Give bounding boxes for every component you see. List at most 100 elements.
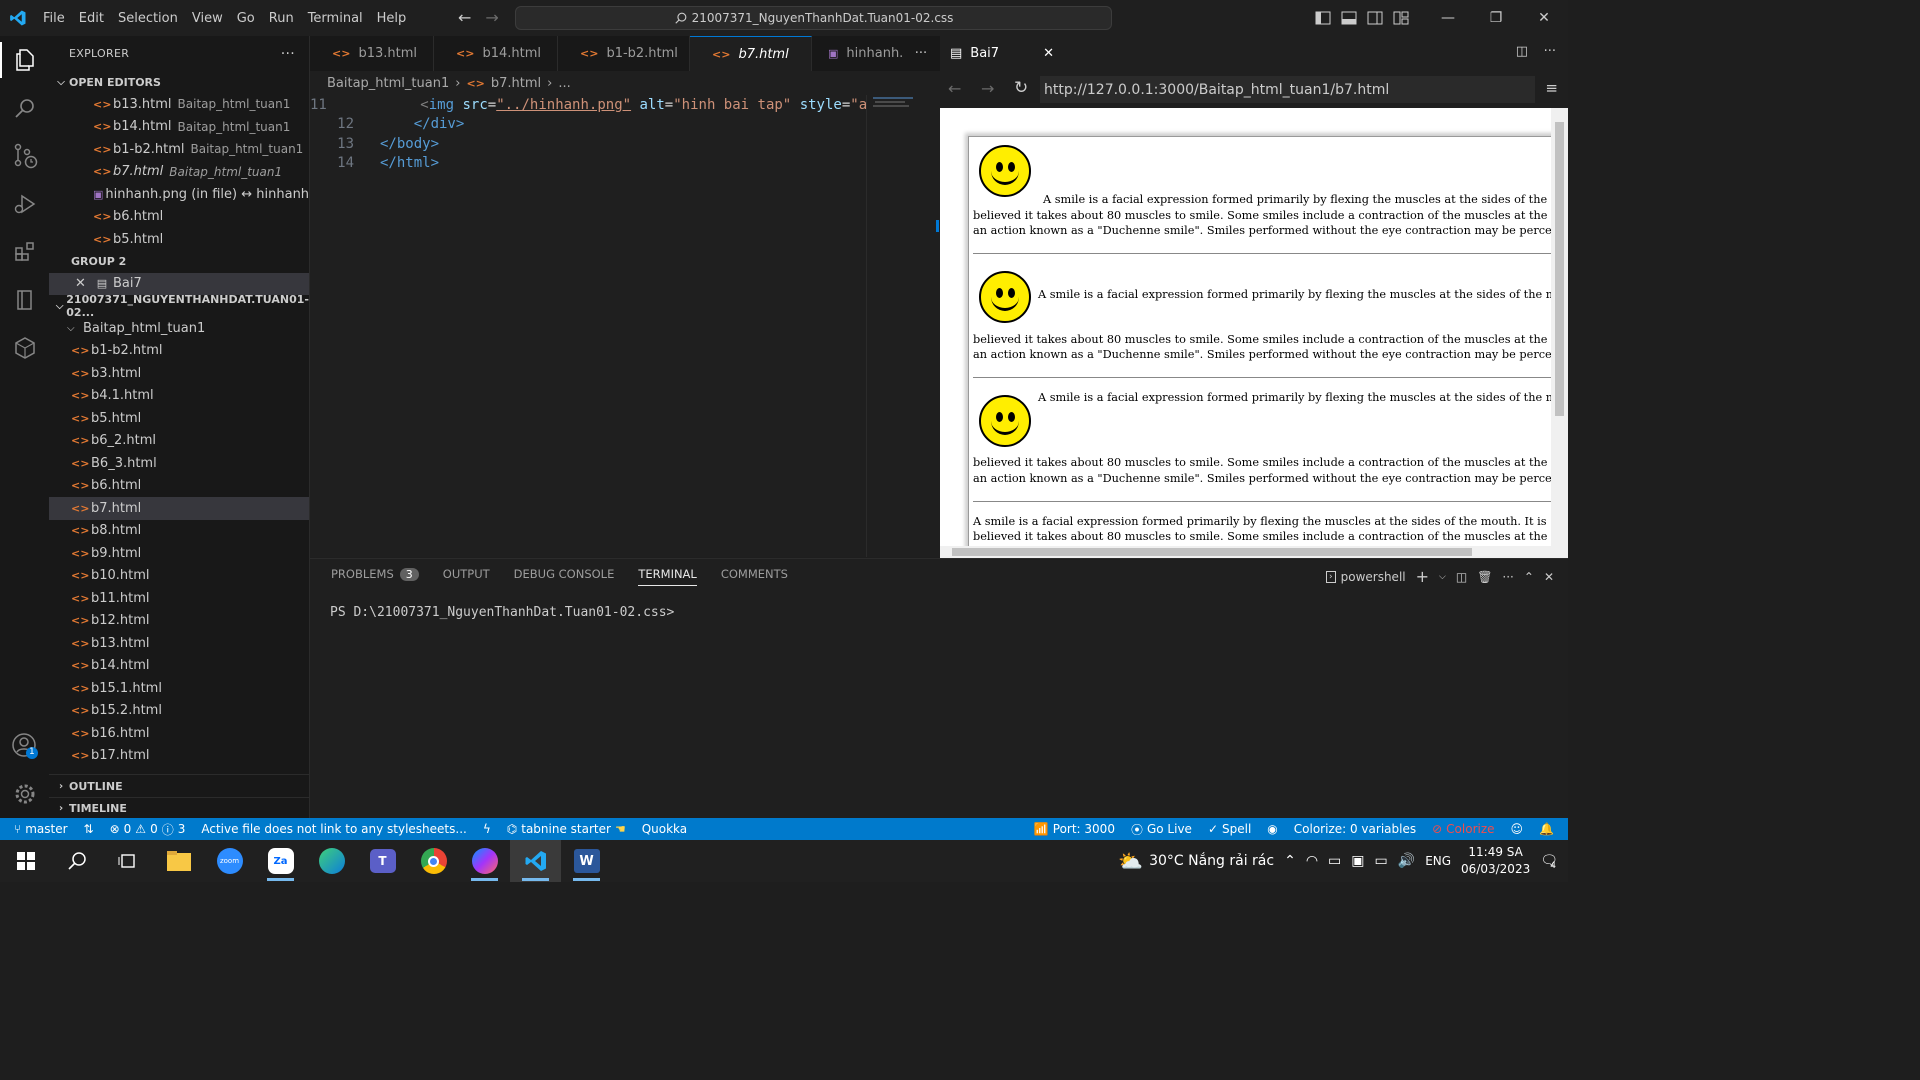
browser-vertical-scrollbar[interactable] bbox=[1551, 108, 1568, 558]
teams-icon[interactable]: T bbox=[357, 840, 408, 882]
problems-status[interactable]: ⊗ 0 ⚠ 0 ⓘ 3 bbox=[102, 821, 194, 838]
breadcrumb-folder[interactable]: Baitap_html_tuan1 bbox=[327, 76, 449, 91]
spell-status[interactable]: ✓ Spell bbox=[1200, 822, 1259, 836]
task-view-icon[interactable] bbox=[102, 840, 153, 882]
open-editor-item[interactable]: <> b1-b2.html Baitap_html_tuan1 bbox=[49, 138, 309, 161]
trash-icon[interactable]: 🗑 bbox=[1477, 570, 1492, 584]
weather-widget[interactable]: ⛅ 30°C Nắng rải rác bbox=[1118, 849, 1274, 873]
terminal-shell-selector[interactable]: › powershell bbox=[1326, 570, 1406, 584]
tab-comments[interactable]: COMMENTS bbox=[721, 567, 788, 586]
chevron-down-icon[interactable]: ⌵ bbox=[1439, 572, 1446, 582]
file-item[interactable]: <> b11.html bbox=[49, 587, 309, 610]
forward-arrow-icon[interactable]: → bbox=[485, 8, 498, 27]
split-editor-icon[interactable]: ◫ bbox=[1516, 44, 1528, 59]
extensions-icon[interactable] bbox=[0, 228, 49, 276]
browser-reload-icon[interactable]: ↻ bbox=[1014, 78, 1028, 98]
camera-icon[interactable]: ▣ bbox=[1351, 853, 1364, 869]
file-item[interactable]: <> b17.html bbox=[49, 745, 309, 768]
edge-icon[interactable] bbox=[306, 840, 357, 882]
minimize-icon[interactable]: — bbox=[1424, 10, 1472, 26]
language-indicator[interactable]: ENG bbox=[1425, 854, 1451, 868]
tab-output[interactable]: OUTPUT bbox=[443, 567, 490, 586]
open-editor-item[interactable]: <> b7.html Baitap_html_tuan1 bbox=[49, 161, 309, 184]
file-item[interactable]: <> B6_3.html bbox=[49, 452, 309, 475]
zoom-icon[interactable]: zoom bbox=[204, 840, 255, 882]
browser-forward-icon[interactable]: → bbox=[981, 79, 994, 98]
maximize-panel-icon[interactable]: ⌃ bbox=[1524, 570, 1534, 584]
chrome-icon[interactable] bbox=[408, 840, 459, 882]
file-item[interactable]: <> b13.html bbox=[49, 632, 309, 655]
file-item[interactable]: <> b9.html bbox=[49, 542, 309, 565]
tab-debug-console[interactable]: DEBUG CONSOLE bbox=[514, 567, 615, 586]
notification-center-icon[interactable]: 🗨 4 bbox=[1540, 853, 1558, 871]
accounts-icon[interactable]: 1 bbox=[0, 722, 49, 770]
file-item[interactable]: <> b15.2.html bbox=[49, 700, 309, 723]
tab-bai7[interactable]: ▤ Bai7 ✕ bbox=[940, 36, 1060, 71]
menu-go[interactable]: Go bbox=[230, 11, 262, 26]
feedback-icon[interactable]: ☺ bbox=[1503, 822, 1532, 836]
zalo-icon[interactable]: Za bbox=[255, 840, 306, 882]
file-item[interactable]: <> b6_2.html bbox=[49, 430, 309, 453]
close-panel-icon[interactable]: ✕ bbox=[1544, 570, 1554, 584]
split-terminal-icon[interactable]: ◫ bbox=[1456, 570, 1467, 584]
back-arrow-icon[interactable]: ← bbox=[458, 8, 471, 27]
toggle-panel-icon[interactable] bbox=[1336, 5, 1362, 31]
subfolder-item[interactable]: ⌵ Baitap_html_tuan1 bbox=[49, 317, 309, 340]
word-icon[interactable]: W bbox=[561, 840, 612, 882]
panel-more-icon[interactable]: ··· bbox=[1502, 570, 1513, 584]
windows-start-icon[interactable] bbox=[0, 840, 51, 882]
menu-file[interactable]: File bbox=[36, 11, 72, 26]
run-debug-icon[interactable] bbox=[0, 180, 49, 228]
notifications-bell-icon[interactable]: 🔔 bbox=[1531, 822, 1562, 836]
battery-icon[interactable]: ▭ bbox=[1375, 853, 1388, 869]
colorize-status[interactable]: ⊘ Colorize bbox=[1424, 822, 1502, 836]
browser-horizontal-scrollbar[interactable] bbox=[940, 546, 1551, 558]
close-icon[interactable]: ✕ bbox=[1043, 46, 1054, 61]
customize-layout-icon[interactable] bbox=[1388, 5, 1414, 31]
tab-terminal[interactable]: TERMINAL bbox=[638, 567, 697, 586]
tabnine-status[interactable]: ⌬ tabnine starter ☚ bbox=[499, 822, 634, 836]
menu-selection[interactable]: Selection bbox=[111, 11, 185, 26]
tab-b1-b2[interactable]: <> b1-b2.html bbox=[558, 36, 690, 71]
toggle-secondary-sidebar-icon[interactable] bbox=[1362, 5, 1388, 31]
quokka-status[interactable]: Quokka bbox=[634, 822, 695, 836]
restore-icon[interactable]: ❐ bbox=[1472, 10, 1520, 26]
lightning-icon[interactable]: ϟ bbox=[475, 822, 499, 836]
terminal-prompt[interactable]: PS D:\21007371_NguyenThanhDat.Tuan01-02.… bbox=[330, 605, 674, 620]
explorer-more-icon[interactable]: ··· bbox=[281, 46, 295, 62]
file-item[interactable]: <> b6.html bbox=[49, 475, 309, 498]
open-editor-bai7[interactable]: ✕ ▤ Bai7 bbox=[49, 272, 309, 295]
volume-icon[interactable]: 🔊 bbox=[1398, 853, 1415, 869]
browser-back-icon[interactable]: ← bbox=[948, 79, 961, 98]
open-editor-item[interactable]: <> b14.html Baitap_html_tuan1 bbox=[49, 116, 309, 139]
search-icon[interactable] bbox=[0, 84, 49, 132]
settings-gear-icon[interactable] bbox=[0, 770, 49, 818]
editor-more-icon[interactable]: ··· bbox=[902, 36, 940, 71]
vscode-taskbar-icon[interactable] bbox=[510, 840, 561, 882]
file-item[interactable]: <> b3.html bbox=[49, 362, 309, 385]
file-item[interactable]: <> b7.html bbox=[49, 497, 309, 520]
close-window-icon[interactable]: ✕ bbox=[1520, 10, 1568, 26]
file-item[interactable]: <> b5.html bbox=[49, 407, 309, 430]
branch-status[interactable]: ⑂ master bbox=[0, 822, 76, 836]
folder-header[interactable]: ⌵ 21007371_NGUYENTHANHDAT.TUAN01-02... bbox=[49, 293, 309, 319]
eye-icon[interactable]: ◉ bbox=[1259, 822, 1285, 836]
menu-edit[interactable]: Edit bbox=[72, 11, 111, 26]
meet-now-icon[interactable]: ▭ bbox=[1328, 853, 1341, 869]
sync-icon[interactable]: ⇅ bbox=[76, 822, 102, 836]
clock[interactable]: 11:49 SA 06/03/2023 bbox=[1461, 844, 1530, 878]
file-item[interactable]: <> b4.1.html bbox=[49, 385, 309, 408]
file-explorer-icon[interactable] bbox=[153, 840, 204, 882]
file-item[interactable]: <> b14.html bbox=[49, 655, 309, 678]
open-editor-item[interactable]: <> b5.html bbox=[49, 228, 309, 251]
file-item[interactable]: <> b1-b2.html bbox=[49, 340, 309, 363]
messenger-icon[interactable] bbox=[459, 840, 510, 882]
go-live-status[interactable]: ⦿ Go Live bbox=[1123, 821, 1200, 838]
browser-more-icon[interactable]: ··· bbox=[1544, 44, 1556, 59]
menu-terminal[interactable]: Terminal bbox=[301, 11, 370, 26]
command-center[interactable]: 21007371_NguyenThanhDat.Tuan01-02.css bbox=[515, 6, 1112, 30]
tab-b7[interactable]: <>b7.html✕ bbox=[690, 36, 812, 71]
menu-run[interactable]: Run bbox=[262, 11, 301, 26]
tab-problems[interactable]: PROBLEMS 3 bbox=[331, 567, 419, 586]
open-editors-header[interactable]: ⌵ OPEN EDITORS bbox=[49, 71, 309, 93]
